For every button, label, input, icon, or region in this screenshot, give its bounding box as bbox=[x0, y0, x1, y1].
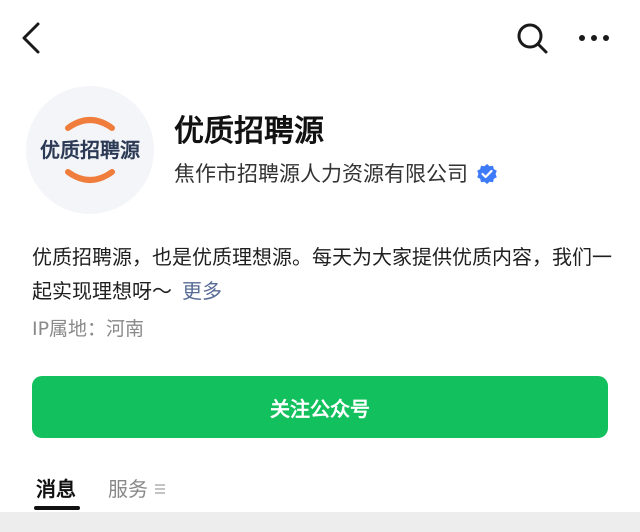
tab-messages-label: 消息 bbox=[36, 477, 76, 501]
top-nav-bar bbox=[0, 0, 640, 76]
account-avatar[interactable]: 优质招聘源 bbox=[26, 86, 154, 214]
organization-name: 焦作市招聘源人力资源有限公司 bbox=[174, 162, 468, 186]
chevron-left-icon[interactable] bbox=[14, 18, 50, 58]
search-icon[interactable] bbox=[512, 18, 552, 58]
content-area-divider bbox=[0, 512, 640, 532]
content-tabs: 消息 服务 bbox=[0, 468, 640, 512]
organization-row[interactable]: 焦作市招聘源人力资源有限公司 bbox=[174, 157, 498, 191]
description-text: 优质招聘源，也是优质理想源。每天为大家提供优质内容，我们一起实现理想呀～ bbox=[32, 245, 612, 303]
menu-lines-icon bbox=[155, 484, 165, 494]
more-link[interactable]: 更多 bbox=[182, 279, 222, 303]
account-name: 优质招聘源 bbox=[174, 114, 324, 149]
more-dots-icon[interactable] bbox=[574, 22, 614, 54]
verified-badge-icon bbox=[477, 164, 497, 184]
tab-services-label: 服务 bbox=[108, 477, 148, 501]
ip-location: IP属地：河南 bbox=[32, 318, 145, 340]
active-tab-indicator bbox=[34, 506, 80, 510]
avatar-logo-text: 优质招聘源 bbox=[40, 138, 140, 162]
follow-button[interactable]: 关注公众号 bbox=[32, 376, 608, 438]
account-description: 优质招聘源，也是优质理想源。每天为大家提供优质内容，我们一起实现理想呀～ 更多 bbox=[32, 240, 622, 308]
tab-messages[interactable]: 消息 bbox=[36, 474, 76, 504]
tab-services[interactable]: 服务 bbox=[108, 474, 166, 504]
